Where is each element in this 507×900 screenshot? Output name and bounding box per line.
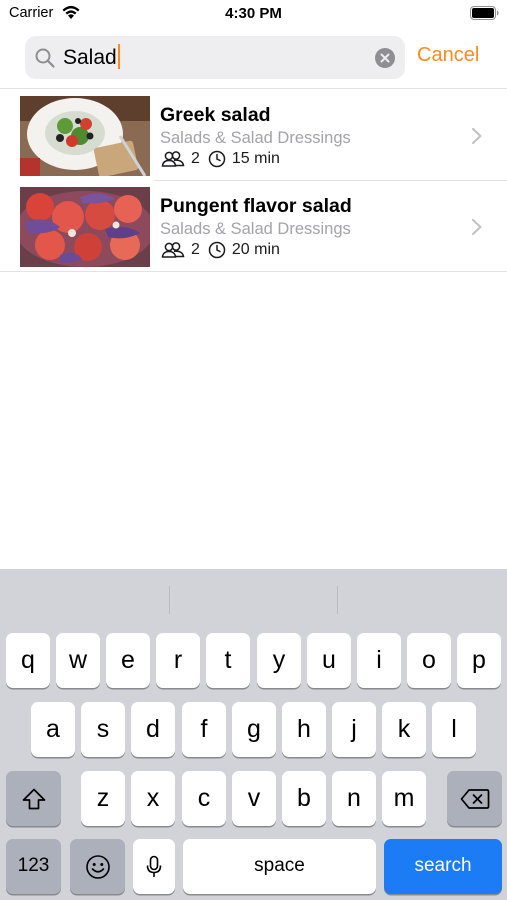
result-row[interactable]: Greek salad Salads & Salad Dressings 2 1… <box>0 90 507 181</box>
cancel-button[interactable]: Cancel <box>417 44 479 67</box>
status-bar: Carrier 4:30 PM <box>0 0 507 28</box>
chevron-right-icon <box>471 127 482 145</box>
servings-count: 2 <box>191 241 200 258</box>
text-caret <box>117 44 120 70</box>
cook-time: 20 min <box>231 241 280 258</box>
clock-icon <box>208 241 226 259</box>
recipe-image <box>20 187 150 267</box>
clock-icon <box>208 150 226 168</box>
key-x[interactable]: x <box>131 771 175 826</box>
status-time: 4:30 PM <box>225 5 282 22</box>
key-a[interactable]: a <box>31 702 75 757</box>
recipe-category: Salads & Salad Dressings <box>160 129 351 147</box>
delete-icon <box>460 788 489 809</box>
recipe-category: Salads & Salad Dressings <box>160 220 351 238</box>
key-h[interactable]: h <box>282 702 326 757</box>
key-r[interactable]: r <box>156 633 200 688</box>
microphone-icon <box>146 855 162 877</box>
key-z[interactable]: z <box>81 771 125 826</box>
key-c[interactable]: c <box>182 771 226 826</box>
servings-icon <box>161 242 185 258</box>
recipe-meta: 2 20 min <box>161 241 280 259</box>
search-key[interactable]: search <box>384 839 502 894</box>
key-t[interactable]: t <box>206 633 250 688</box>
recipe-title: Pungent flavor salad <box>160 195 352 217</box>
servings-count: 2 <box>191 150 200 167</box>
numbers-key[interactable]: 123 <box>6 839 61 894</box>
battery-icon <box>470 6 499 20</box>
key-i[interactable]: i <box>357 633 401 688</box>
space-key[interactable]: space <box>183 839 376 894</box>
key-v[interactable]: v <box>232 771 276 826</box>
key-k[interactable]: k <box>382 702 426 757</box>
result-row[interactable]: Pungent flavor salad Salads & Salad Dres… <box>0 181 507 272</box>
search-icon <box>35 48 55 68</box>
recipe-image <box>20 96 150 176</box>
key-b[interactable]: b <box>282 771 326 826</box>
key-n[interactable]: n <box>332 771 376 826</box>
clear-icon[interactable] <box>375 48 395 68</box>
cook-time: 15 min <box>231 150 280 167</box>
key-d[interactable]: d <box>131 702 175 757</box>
key-o[interactable]: o <box>407 633 451 688</box>
search-bar[interactable]: Salad <box>25 36 405 79</box>
key-q[interactable]: q <box>6 633 50 688</box>
prediction-divider <box>337 586 338 614</box>
emoji-icon <box>85 854 110 879</box>
key-j[interactable]: j <box>332 702 376 757</box>
key-y[interactable]: y <box>257 633 301 688</box>
key-w[interactable]: w <box>56 633 100 688</box>
results-list: Greek salad Salads & Salad Dressings 2 1… <box>0 88 507 272</box>
search-input[interactable]: Salad <box>63 36 120 79</box>
key-s[interactable]: s <box>81 702 125 757</box>
key-u[interactable]: u <box>307 633 351 688</box>
delete-key[interactable] <box>447 771 502 826</box>
prediction-divider <box>169 586 170 614</box>
shift-key[interactable] <box>6 771 61 826</box>
microphone-key[interactable] <box>133 839 175 894</box>
keyboard: q w e r t y u i o p a s d f g h j k l z … <box>0 569 507 900</box>
key-f[interactable]: f <box>182 702 226 757</box>
key-e[interactable]: e <box>106 633 150 688</box>
shift-icon <box>22 788 45 809</box>
recipe-meta: 2 15 min <box>161 150 280 168</box>
servings-icon <box>161 151 185 167</box>
recipe-title: Greek salad <box>160 104 271 126</box>
key-g[interactable]: g <box>232 702 276 757</box>
key-p[interactable]: p <box>457 633 501 688</box>
search-input-text: Salad <box>63 46 117 69</box>
emoji-key[interactable] <box>70 839 125 894</box>
chevron-right-icon <box>471 218 482 236</box>
row-divider <box>0 271 507 272</box>
key-m[interactable]: m <box>382 771 426 826</box>
key-l[interactable]: l <box>432 702 476 757</box>
